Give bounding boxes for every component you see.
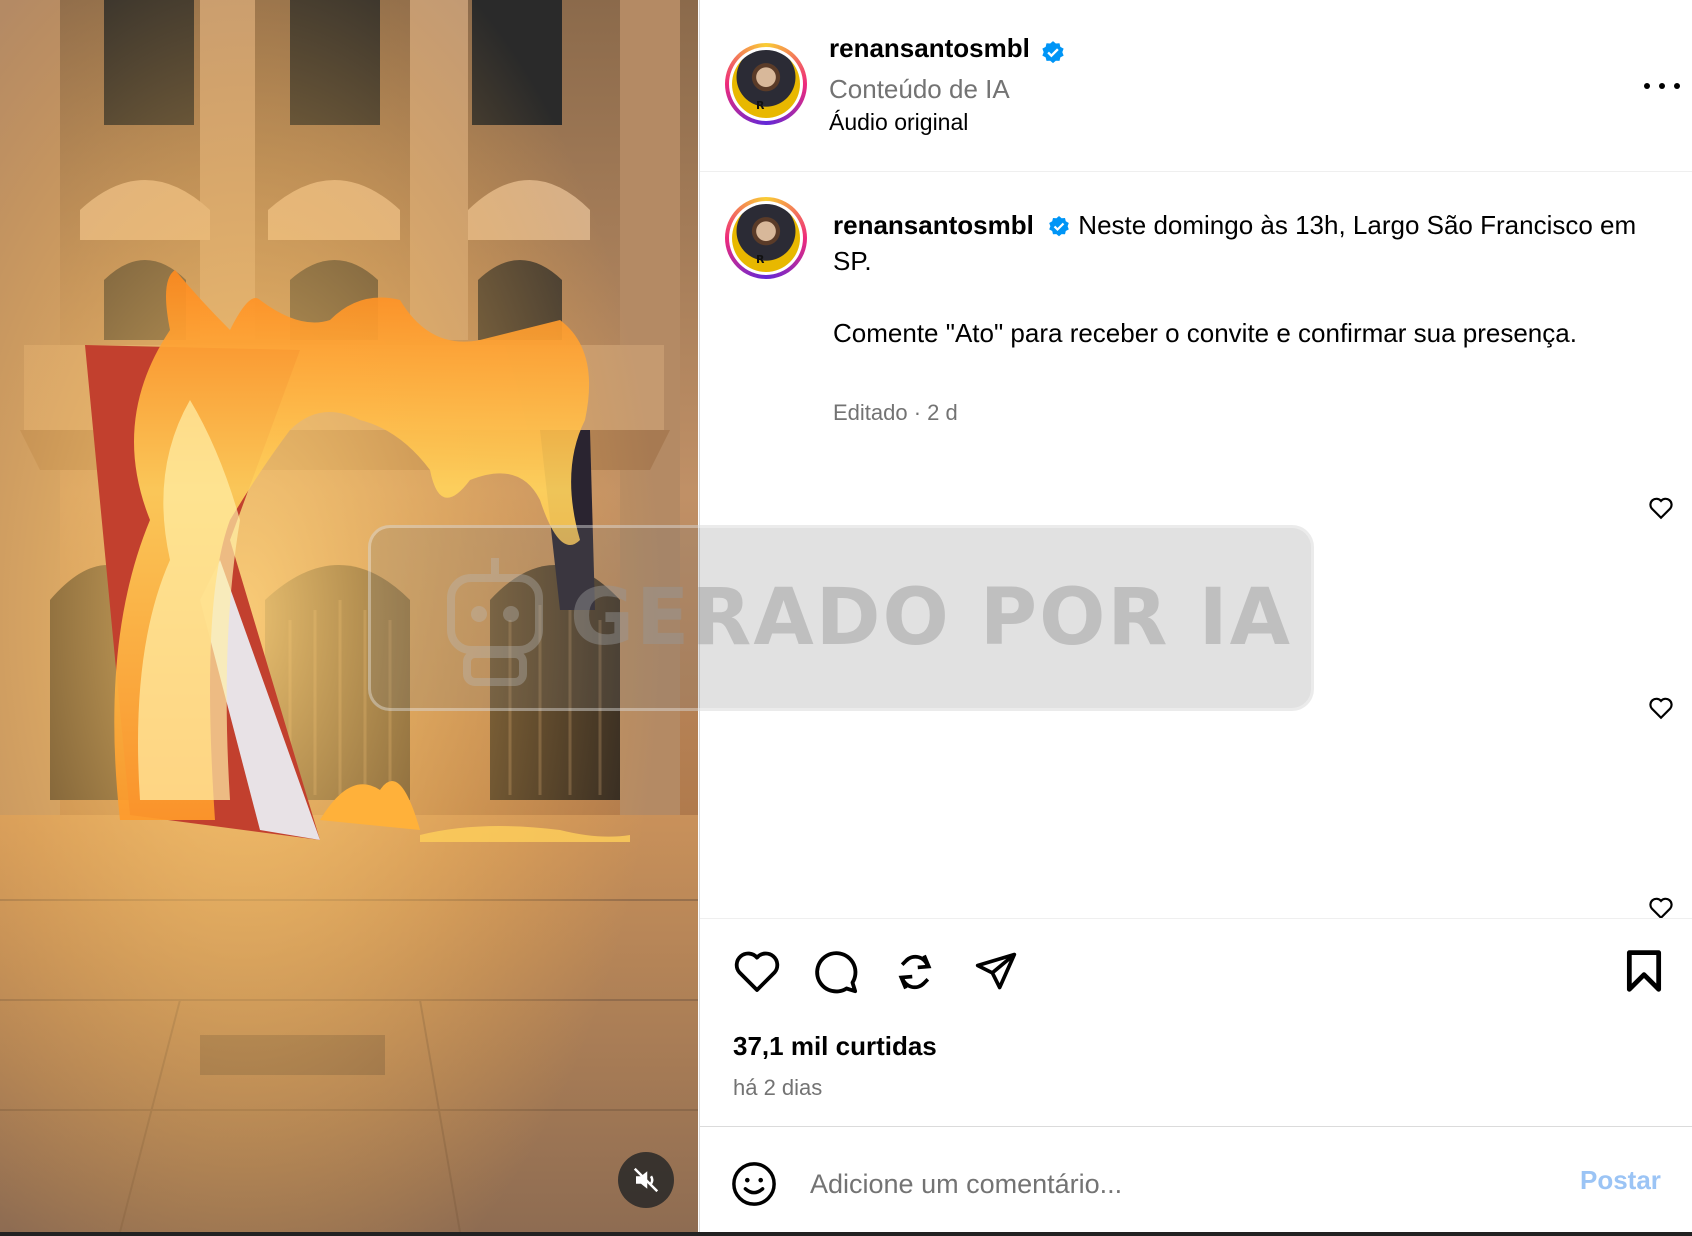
like-heart-icon[interactable] [733, 949, 781, 993]
robot-icon [447, 558, 543, 686]
ai-content-label[interactable]: Conteúdo de IA [829, 74, 1010, 105]
verified-badge-icon [1042, 40, 1064, 63]
heart-outline-icon[interactable] [1648, 896, 1674, 920]
caption-username[interactable]: renansantosmbl [833, 210, 1034, 240]
ai-generated-watermark: GERADO POR IA [368, 525, 1314, 711]
caption-meta: Editado · 2 d [833, 400, 958, 425]
comment-bar: Postar [700, 1126, 1692, 1236]
post-caption: renansantosmbl Neste domingo às 13h, Lar… [833, 207, 1653, 351]
author-username-row[interactable]: renansantosmbl [829, 33, 1066, 66]
like-count[interactable]: 37,1 mil curtidas [733, 1031, 937, 1062]
author-username[interactable]: renansantosmbl [829, 33, 1030, 63]
speaker-muted-icon [633, 1167, 659, 1193]
watermark-text: GERADO POR IA [569, 573, 1293, 663]
instagram-post-view: R renansantosmbl Conteúdo de IA Áudio or… [0, 0, 1692, 1236]
post-time[interactable]: há 2 dias [733, 1075, 822, 1101]
emoji-icon[interactable] [731, 1161, 777, 1207]
repost-icon[interactable] [893, 949, 937, 995]
heart-outline-icon[interactable] [1648, 696, 1674, 720]
audio-label[interactable]: Áudio original [829, 109, 968, 136]
more-options-button[interactable] [1644, 72, 1680, 100]
share-send-icon[interactable] [973, 949, 1019, 993]
save-bookmark-icon[interactable] [1625, 949, 1663, 993]
author-avatar[interactable]: R [725, 43, 807, 125]
verified-badge-icon [1049, 216, 1069, 237]
window-bottom-edge [0, 1232, 1692, 1236]
mute-button[interactable] [618, 1152, 674, 1208]
dot-icon [1659, 83, 1665, 89]
post-actions: 37,1 mil curtidas há 2 dias [700, 918, 1692, 1143]
post-comment-button[interactable]: Postar [1580, 1165, 1661, 1196]
post-header: R renansantosmbl Conteúdo de IA Áudio or… [700, 0, 1692, 172]
dot-icon [1644, 83, 1650, 89]
caption-line-2: Comente "Ato" para receber o convite e c… [833, 318, 1577, 348]
comment-input[interactable] [810, 1161, 1510, 1207]
dot-icon [1674, 83, 1680, 89]
heart-outline-icon[interactable] [1648, 496, 1674, 520]
comment-bubble-icon[interactable] [813, 949, 859, 995]
caption-author-avatar[interactable]: R [725, 197, 807, 279]
